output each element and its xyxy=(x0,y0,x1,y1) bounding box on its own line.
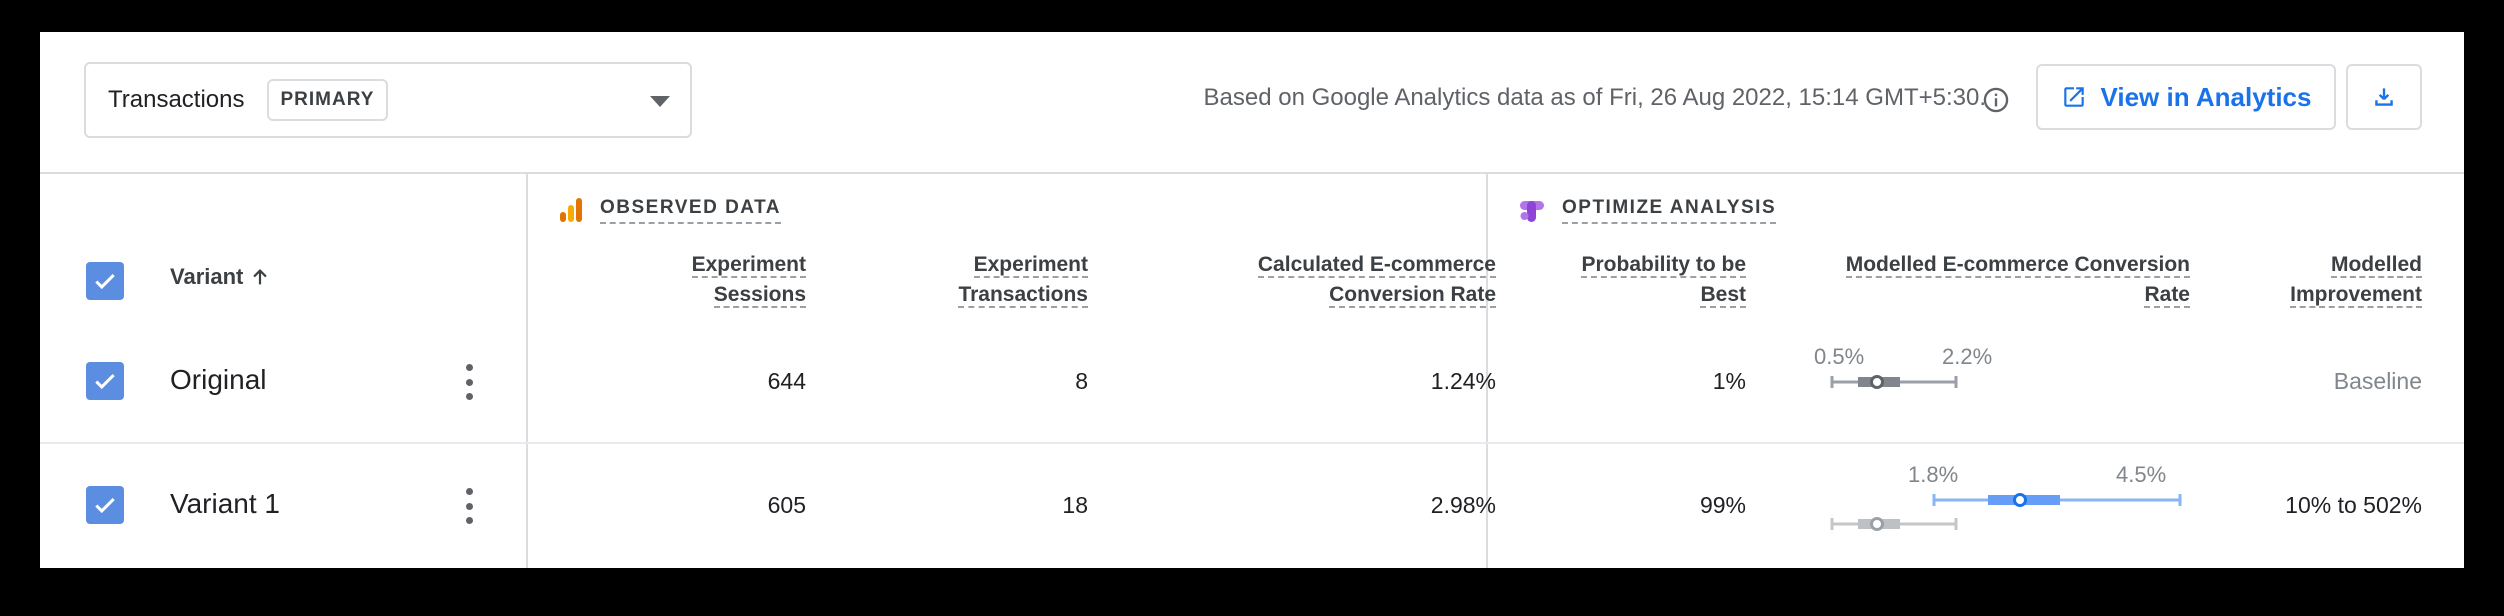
col-probability-line1: Probability to be xyxy=(1581,253,1746,278)
variant-name-variant-1: Variant 1 xyxy=(170,488,280,519)
col-modelled-rate-line2: Rate xyxy=(2144,283,2190,308)
ci-high-label: 4.5% xyxy=(2116,462,2167,487)
ci-low-label: 1.8% xyxy=(1908,462,1959,487)
cell-probability: 99% xyxy=(1699,492,1746,518)
cell-probability: 1% xyxy=(1712,368,1746,394)
confidence-interval-original xyxy=(1830,375,1958,389)
data-freshness-note: Based on Google Analytics data as of Fri… xyxy=(1203,84,1987,111)
google-optimize-icon xyxy=(1520,201,1544,222)
cell-transactions: 18 xyxy=(1062,492,1088,518)
col-improvement-line1: Modelled xyxy=(2330,253,2422,278)
checkmark-icon xyxy=(95,373,115,390)
metric-dropdown[interactable]: Transactions PRIMARY xyxy=(84,62,692,138)
cell-conversion-rate: 2.98% xyxy=(1430,492,1496,518)
view-in-analytics-button[interactable]: View in Analytics xyxy=(2036,64,2336,130)
confidence-interval-variant-1 xyxy=(1932,493,2182,507)
view-in-analytics-label: View in Analytics xyxy=(2100,81,2312,112)
arrow-up-icon xyxy=(253,269,268,285)
cell-sessions: 644 xyxy=(767,368,806,394)
download-icon xyxy=(2375,88,2393,106)
column-divider xyxy=(526,172,528,568)
variant-name-original: Original xyxy=(170,364,267,395)
variant-sort-header[interactable]: Variant xyxy=(170,264,271,290)
optimize-analysis-title: OPTIMIZE ANALYSIS xyxy=(1562,197,1777,224)
observed-data-title: OBSERVED DATA xyxy=(600,197,782,224)
ci-high-label: 2.2% xyxy=(1942,344,1993,369)
col-calculated-conversion-rate[interactable]: Calculated E-commerce Conversion Rate xyxy=(1257,250,1496,310)
checkmark-icon xyxy=(95,497,115,514)
row-menu-variant-1-icon[interactable] xyxy=(464,488,474,524)
col-sessions-line1: Experiment xyxy=(691,253,806,278)
chevron-down-icon xyxy=(650,96,670,107)
row-checkbox-variant-1[interactable] xyxy=(86,486,124,524)
col-improvement-line2: Improvement xyxy=(2290,283,2422,308)
col-probability-line2: Best xyxy=(1700,283,1746,308)
observed-data-section: OBSERVED DATA xyxy=(558,196,782,224)
col-sessions-line2: Sessions xyxy=(713,283,806,308)
primary-badge: PRIMARY xyxy=(266,79,389,121)
cell-improvement: Baseline xyxy=(2333,368,2422,394)
open-external-icon xyxy=(2063,87,2084,107)
metric-label: Transactions xyxy=(108,86,245,113)
col-probability-to-be-best[interactable]: Probability to be Best xyxy=(1581,250,1746,310)
cell-sessions: 605 xyxy=(767,492,806,518)
row-menu-original-icon[interactable] xyxy=(464,364,474,400)
col-modelled-conversion-rate[interactable]: Modelled E-commerce Conversion Rate xyxy=(1845,250,2190,310)
col-conversion-line2: Conversion Rate xyxy=(1329,283,1496,308)
ci-low-label: 0.5% xyxy=(1814,344,1865,369)
baseline-interval-reference xyxy=(1830,517,1958,531)
col-experiment-sessions[interactable]: Experiment Sessions xyxy=(691,250,806,310)
col-modelled-improvement[interactable]: Modelled Improvement xyxy=(2290,250,2422,310)
cell-conversion-rate: 1.24% xyxy=(1430,368,1496,394)
report-toolbar: Transactions PRIMARY Based on Google Ana… xyxy=(40,32,2464,174)
row-checkbox-original[interactable] xyxy=(86,362,124,400)
variant-header-label: Variant xyxy=(170,264,244,289)
col-conversion-line1: Calculated E-commerce xyxy=(1257,253,1496,278)
col-experiment-transactions[interactable]: Experiment Transactions xyxy=(958,250,1088,310)
optimize-analysis-section: OPTIMIZE ANALYSIS xyxy=(1518,196,1777,224)
col-transactions-line2: Transactions xyxy=(958,283,1088,308)
checkmark-icon xyxy=(95,273,115,290)
google-analytics-icon xyxy=(560,198,582,222)
cell-improvement: 10% to 502% xyxy=(2285,492,2422,518)
select-all-checkbox[interactable] xyxy=(86,262,124,300)
row-divider xyxy=(40,442,2464,444)
col-transactions-line1: Experiment xyxy=(973,253,1088,278)
info-icon[interactable] xyxy=(1982,86,2010,114)
cell-transactions: 8 xyxy=(1075,368,1088,394)
col-modelled-rate-line1: Modelled E-commerce Conversion xyxy=(1845,253,2190,278)
experiment-report-card: Transactions PRIMARY Based on Google Ana… xyxy=(40,32,2464,568)
download-button[interactable] xyxy=(2346,64,2422,130)
